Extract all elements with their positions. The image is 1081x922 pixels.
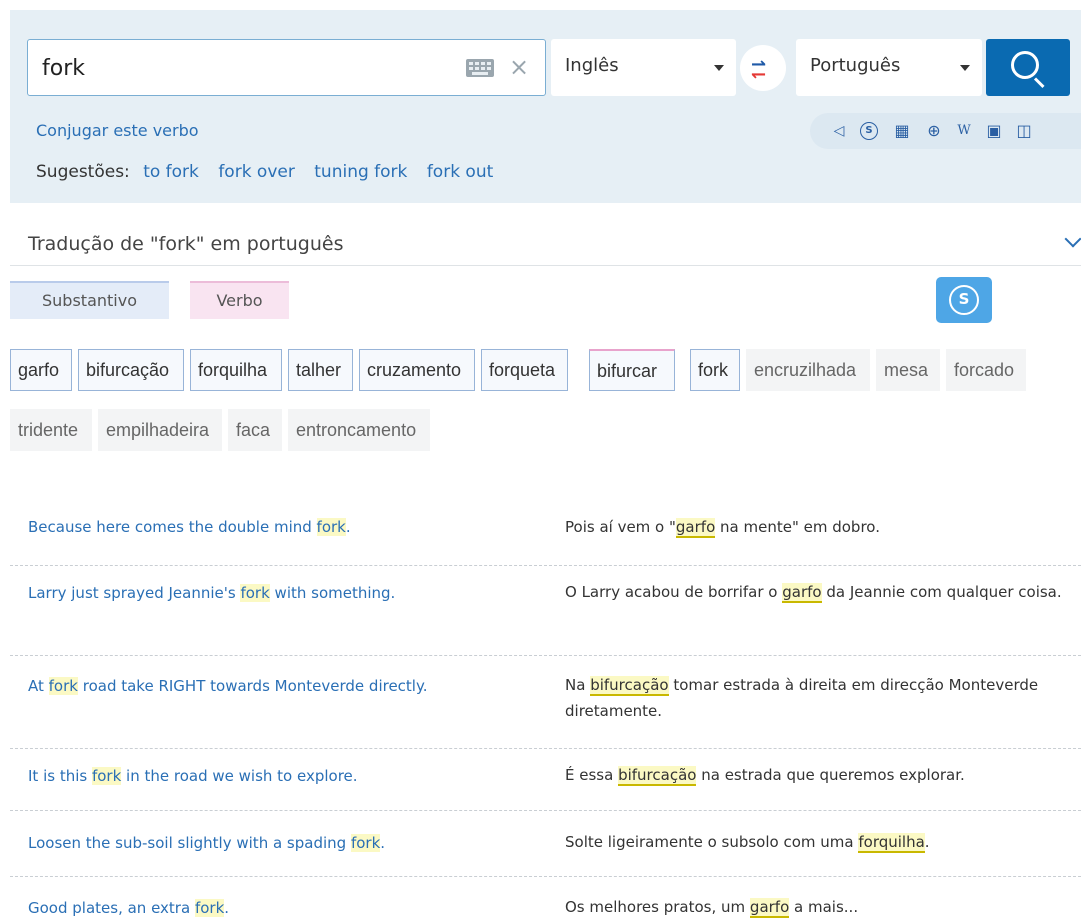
suggestion-link[interactable]: fork over [218, 162, 295, 182]
example-row: Loosen the sub-soil slightly with a spad… [10, 811, 1081, 877]
example-target[interactable]: Os melhores pratos, um garfo a mais... [565, 894, 1065, 920]
suggestions: Sugestões: to fork fork over tuning fork… [36, 162, 507, 182]
conjugate-verb-link[interactable]: Conjugar este verbo [36, 121, 199, 140]
speaker-icon[interactable]: ◁ [830, 122, 848, 140]
keyboard-icon[interactable] [466, 59, 494, 77]
example-target[interactable]: Pois aí vem o "garfo na mente" em dobro. [565, 514, 1065, 540]
pos-tab-verb[interactable]: Verbo [190, 281, 289, 319]
translation-chip-talher[interactable]: talher [288, 349, 353, 391]
translation-chip-bifurcar[interactable]: bifurcar [589, 349, 675, 391]
source-language-label: Inglês [565, 55, 619, 76]
example-target[interactable]: O Larry acabou de borrifar o garfo da Je… [565, 579, 1065, 605]
example-row: It is this fork in the road we wish to e… [10, 749, 1081, 811]
example-source[interactable]: It is this fork in the road we wish to e… [28, 764, 358, 788]
example-row: Good plates, an extra fork. Os melhores … [10, 877, 1081, 922]
example-row: At fork road take RIGHT towards Montever… [10, 656, 1081, 749]
skype-button[interactable]: S [936, 277, 992, 323]
translation-chip-forqueta[interactable]: forqueta [481, 349, 568, 391]
chevron-down-icon[interactable] [1064, 230, 1081, 248]
translation-chip-garfo[interactable]: garfo [10, 349, 72, 391]
translation-chip-bifurcacao[interactable]: bifurcação [78, 349, 184, 391]
source-language-select[interactable]: Inglês [551, 39, 736, 96]
suggestion-link[interactable]: to fork [143, 162, 199, 182]
translation-header[interactable]: Tradução de "fork" em português [10, 226, 1081, 266]
translation-chip-fork[interactable]: fork [690, 349, 740, 391]
search-box[interactable]: × [27, 39, 546, 96]
translation-chip-mesa[interactable]: mesa [876, 349, 940, 391]
translation-chip-forquilha[interactable]: forquilha [190, 349, 282, 391]
swap-languages-button[interactable]: ⇀ ↽ [740, 45, 786, 91]
book-icon[interactable]: ◫ [1015, 122, 1033, 140]
example-source[interactable]: Because here comes the double mind fork. [28, 515, 351, 539]
example-row: Because here comes the double mind fork.… [10, 503, 1081, 566]
example-source[interactable]: Larry just sprayed Jeannie's fork with s… [28, 581, 395, 605]
globe-icon[interactable]: ⊕ [925, 122, 943, 140]
translation-chip-encruzilhada[interactable]: encruzilhada [746, 349, 870, 391]
skype-icon: S [949, 285, 979, 315]
translation-chip-entroncamento[interactable]: entroncamento [288, 409, 430, 451]
example-target[interactable]: Na bifurcação tomar estrada à direita em… [565, 672, 1065, 724]
suggestion-link[interactable]: fork out [427, 162, 493, 182]
search-panel: × Inglês ⇀ ↽ Português Conjugar este ver… [10, 10, 1081, 203]
search-icon [1011, 51, 1039, 79]
suggestion-link[interactable]: tuning fork [314, 162, 407, 182]
search-input[interactable] [42, 50, 442, 86]
example-source[interactable]: Good plates, an extra fork. [28, 896, 229, 920]
translation-chip-empilhadeira[interactable]: empilhadeira [98, 409, 222, 451]
clear-icon[interactable]: × [508, 52, 530, 82]
example-source[interactable]: Loosen the sub-soil slightly with a spad… [28, 831, 385, 855]
translation-chip-tridente[interactable]: tridente [10, 409, 92, 451]
target-language-label: Português [810, 55, 901, 76]
skype-icon[interactable]: S [860, 122, 878, 140]
caret-down-icon [960, 65, 970, 71]
pos-tab-noun[interactable]: Substantivo [10, 281, 169, 319]
translation-title: Tradução de "fork" em português [28, 233, 344, 255]
swap-left-arrow-icon: ↽ [751, 64, 767, 85]
example-row: Larry just sprayed Jeannie's fork with s… [10, 566, 1081, 656]
example-target[interactable]: Solte ligeiramente o subsolo com uma for… [565, 829, 1065, 855]
translation-chip-cruzamento[interactable]: cruzamento [359, 349, 475, 391]
translation-chip-faca[interactable]: faca [228, 409, 282, 451]
target-language-select[interactable]: Português [796, 39, 982, 96]
caret-down-icon [714, 65, 724, 71]
search-icon-handle [1033, 77, 1045, 89]
example-source[interactable]: At fork road take RIGHT towards Montever… [28, 674, 427, 698]
search-button[interactable] [986, 39, 1070, 96]
suggestions-label: Sugestões: [36, 162, 130, 182]
wikipedia-icon[interactable]: W [955, 122, 973, 140]
image-icon[interactable]: ▣ [985, 122, 1003, 140]
tools-bar: ◁ S ▦ ⊕ W ▣ ◫ [810, 113, 1081, 149]
example-target[interactable]: É essa bifurcação na estrada que queremo… [565, 762, 1065, 788]
translation-chip-forcado[interactable]: forcado [946, 349, 1026, 391]
table-icon[interactable]: ▦ [893, 122, 911, 140]
